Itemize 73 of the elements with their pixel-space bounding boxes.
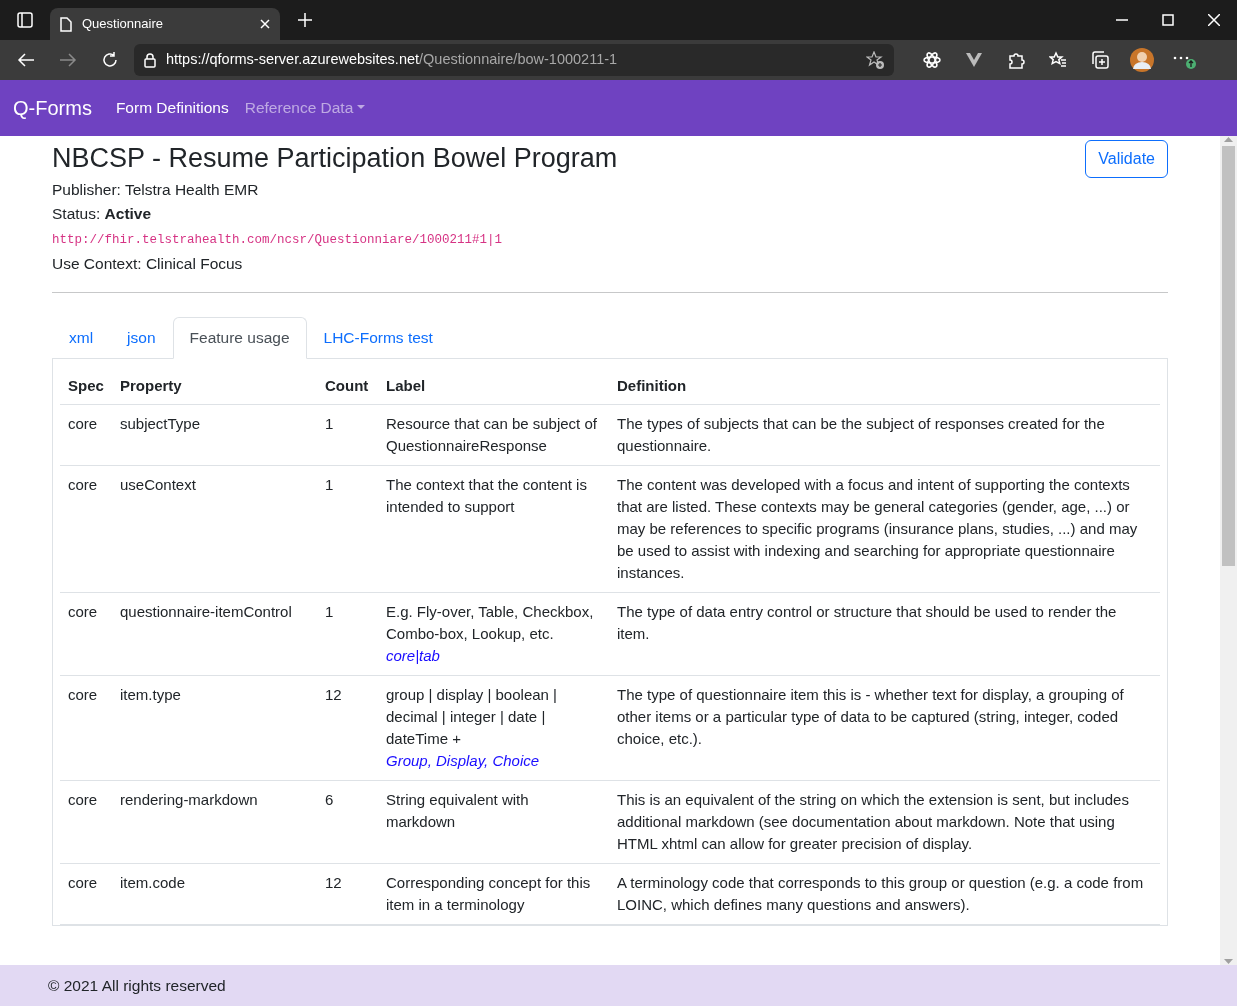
- table-cell: The types of subjects that can be the subject of responses created for the questionnaire.: [609, 404, 1160, 466]
- use-context-text: Use Context: Clinical Focus: [52, 254, 244, 275]
- table-cell: 1: [317, 592, 378, 676]
- forward-icon[interactable]: [59, 51, 77, 69]
- browser-tab[interactable]: Questionnaire: [50, 8, 280, 40]
- favorites-icon[interactable]: [1049, 51, 1067, 69]
- label-text: group | display | boolean | decimal | integer | date | dateTime +: [386, 685, 558, 750]
- table-cell: core: [60, 465, 112, 593]
- v-logo-icon[interactable]: [965, 51, 983, 69]
- page-title: NBCSP - Resume Participation Bowel Program: [52, 142, 618, 175]
- table-cell: 1: [317, 465, 378, 593]
- table-cell: core: [60, 780, 112, 864]
- tab[interactable]: xml: [52, 317, 111, 359]
- brand-link[interactable]: Q-Forms: [13, 93, 92, 123]
- table-cell: core: [60, 675, 112, 781]
- address-bar[interactable]: https://qforms-server.azurewebsites.net/Questionnaire/bow-1000211-1: [134, 44, 894, 76]
- close-icon[interactable]: [1208, 14, 1220, 26]
- footer-text: © 2021 All rights reserved: [48, 975, 226, 996]
- table-cell: A terminology code that corresponds to this group or question (e.g. a code from LOINC, which defines many questions and answers).: [609, 863, 1160, 925]
- maximize-icon[interactable]: [1162, 14, 1174, 26]
- table-cell: core: [60, 863, 112, 925]
- url-host: qforms-server.azurewebsites.net: [209, 50, 420, 70]
- tab[interactable]: Feature usage: [172, 317, 307, 359]
- table-cell: This is an equivalent of the string on which the extension is sent, but includes additional markdown (see documentation about markdown. Note that using HTML xhtml can allow for greater precision of display.: [609, 780, 1160, 864]
- validate-button[interactable]: Validate: [1085, 140, 1168, 178]
- table-cell: item.type: [112, 675, 317, 781]
- page-icon: [60, 16, 72, 32]
- table-cell: questionnaire-itemControl: [112, 592, 317, 676]
- puzzle-icon[interactable]: [1007, 51, 1025, 69]
- nav-link[interactable]: Form Definitions: [115, 96, 229, 120]
- table-cell: 12: [317, 675, 378, 781]
- atom-icon[interactable]: [923, 51, 941, 69]
- table-cell: 6: [317, 780, 378, 864]
- label-text: Resource that can be subject of QuestionnaireResponse: [386, 414, 598, 457]
- new-tab-icon[interactable]: [298, 13, 312, 27]
- column-header: Definition: [609, 364, 1160, 405]
- table-cell: core: [60, 404, 112, 466]
- label-text: String equivalent with markdown: [386, 790, 530, 833]
- label-link[interactable]: core|tab: [386, 647, 440, 665]
- label-text: Corresponding concept for this item in a terminology: [386, 873, 592, 916]
- tab-actions-icon[interactable]: [17, 12, 33, 28]
- table-cell: The type of questionnaire item this is - whether text for display, a grouping of other items or a particular type of data to be captured (string, integer, coded choice, etc.).: [609, 675, 1160, 781]
- status-text: Status: Active: [52, 204, 153, 225]
- lock-icon: [144, 52, 156, 68]
- add-favorite-icon[interactable]: [866, 51, 884, 69]
- close-icon[interactable]: [260, 19, 270, 29]
- table-cell: subjectType: [112, 404, 317, 466]
- column-header: Count: [317, 364, 378, 405]
- tab-title: Questionnaire: [82, 15, 164, 34]
- url-scheme: https://: [166, 50, 210, 70]
- table-cell: item.code: [112, 863, 317, 925]
- back-icon[interactable]: [17, 51, 35, 69]
- table-cell: rendering-markdown: [112, 780, 317, 864]
- table-cell: The content was developed with a focus and intent of supporting the contexts that are listed. These contexts may be general categories (gender, age, ...) or may be references to specific programs (insurance plans, studies, ...) and may be used to assist with indexing and searching for appropriate questionnaire instances.: [609, 465, 1160, 593]
- label-text: The context that the content is intended to support: [386, 475, 588, 518]
- url-path: /Questionnaire/bow-1000211-1: [419, 50, 618, 70]
- table-cell: The type of data entry control or structure that should be used to render the item.: [609, 592, 1160, 676]
- table-cell: useContext: [112, 465, 317, 593]
- column-header: Spec: [60, 364, 112, 405]
- publisher-text: Publisher: Telstra Health EMR: [52, 180, 260, 201]
- collections-icon[interactable]: [1091, 51, 1109, 69]
- column-header: Label: [378, 364, 609, 405]
- label-text: E.g. Fly-over, Table, Checkbox, Combo-box, Lookup, etc.: [386, 602, 595, 645]
- column-header: Property: [112, 364, 317, 405]
- tab[interactable]: LHC-Forms test: [306, 317, 450, 359]
- table-cell: core: [60, 592, 112, 676]
- table-cell: 1: [317, 404, 378, 466]
- label-link[interactable]: Group, Display, Choice: [386, 752, 540, 770]
- refresh-icon[interactable]: [101, 51, 119, 69]
- table-cell: 12: [317, 863, 378, 925]
- avatar-icon[interactable]: [1130, 48, 1154, 72]
- tab[interactable]: json: [110, 317, 173, 359]
- canonical-url: http://fhir.telstrahealth.com/ncsr/Questionniare/1000211#1|1: [52, 233, 503, 248]
